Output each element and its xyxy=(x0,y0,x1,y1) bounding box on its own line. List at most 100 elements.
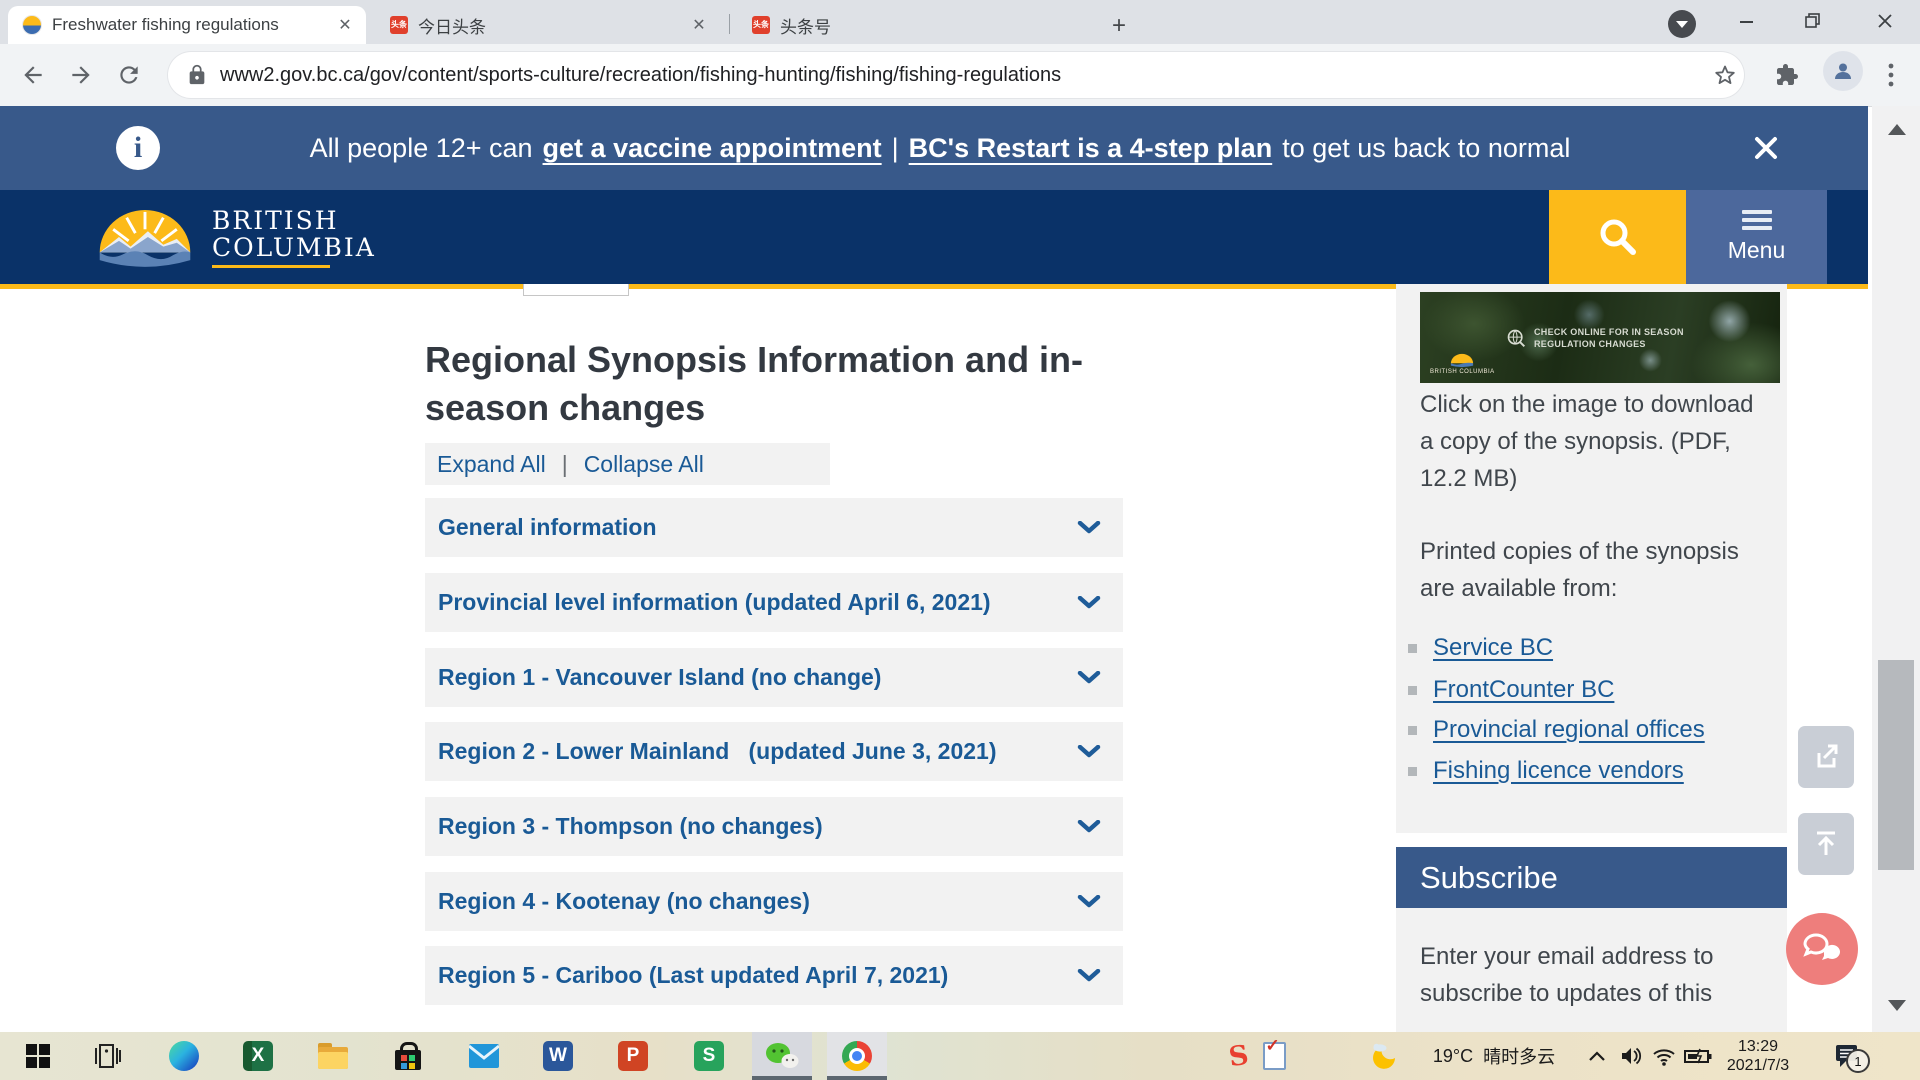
green-s-app-button[interactable]: S xyxy=(679,1032,739,1080)
excel-button[interactable]: X xyxy=(228,1032,288,1080)
share-button[interactable] xyxy=(1798,726,1854,788)
tab-close-icon[interactable]: ✕ xyxy=(688,14,710,36)
address-bar[interactable]: www2.gov.bc.ca/gov/content/sports-cultur… xyxy=(168,52,1744,98)
image-overlay-line2: REGULATION CHANGES xyxy=(1534,338,1684,350)
brand-line1: British xyxy=(212,207,376,234)
accordion-general-information[interactable]: General information xyxy=(425,498,1123,557)
synopsis-cover-image[interactable]: BRITISH COLUMBIA CHECK ONLINE FOR IN SEA… xyxy=(1420,292,1780,383)
powerpoint-button[interactable]: P xyxy=(603,1032,663,1080)
bookmark-star-button[interactable] xyxy=(1706,56,1744,94)
site-search-button[interactable] xyxy=(1549,190,1686,284)
weather-icon-button[interactable] xyxy=(1366,1032,1406,1080)
banner-suffix: to get us back to normal xyxy=(1282,133,1570,164)
scroll-down-arrow-icon[interactable] xyxy=(1888,1000,1906,1011)
clock[interactable]: 13:29 2021/7/3 xyxy=(1706,1032,1810,1080)
weather-description: 晴时多云 xyxy=(1483,1043,1555,1069)
window-restore-button[interactable] xyxy=(1782,0,1844,42)
reload-icon xyxy=(116,62,142,88)
browser-menu-button[interactable] xyxy=(1872,56,1910,94)
mail-button[interactable] xyxy=(454,1032,514,1080)
fishing-licence-vendors-link[interactable]: Fishing licence vendors xyxy=(1433,757,1684,785)
toutiao-favicon-icon: 头条 xyxy=(752,16,770,34)
expand-all-link[interactable]: Expand All xyxy=(437,451,546,478)
frontcounter-bc-link[interactable]: FrontCounter BC xyxy=(1433,676,1614,704)
word-button[interactable]: W xyxy=(528,1032,588,1080)
page-scrollbar[interactable] xyxy=(1872,106,1920,1032)
reload-button[interactable] xyxy=(110,56,148,94)
puzzle-icon xyxy=(1775,63,1799,87)
provincial-regional-offices-link[interactable]: Provincial regional offices xyxy=(1433,716,1705,744)
toutiao-favicon-icon: 头条 xyxy=(390,16,408,34)
tray-date: 2021/7/3 xyxy=(1727,1056,1789,1075)
wifi-button[interactable] xyxy=(1648,1032,1680,1080)
task-view-button[interactable] xyxy=(78,1032,138,1080)
sogou-input-button[interactable]: S xyxy=(1222,1032,1256,1080)
chat-widget-button[interactable] xyxy=(1786,913,1858,985)
service-bc-link[interactable]: Service BC xyxy=(1433,634,1553,662)
accordion-region-3[interactable]: Region 3 - Thompson (no changes) xyxy=(425,797,1123,856)
word-icon: W xyxy=(543,1041,573,1071)
accordion-region-2[interactable]: Region 2 - Lower Mainland (updated June … xyxy=(425,722,1123,781)
menu-label: Menu xyxy=(1728,237,1786,264)
subscribe-text: Enter your email address to subscribe to… xyxy=(1420,938,1772,1012)
accordion-region-4[interactable]: Region 4 - Kootenay (no changes) xyxy=(425,872,1123,931)
vaccine-appointment-link[interactable]: get a vaccine appointment xyxy=(543,133,882,164)
green-s-app-icon: S xyxy=(694,1041,724,1071)
person-icon xyxy=(1831,59,1855,83)
tab-fishing-regulations[interactable]: Freshwater fishing regulations ✕ xyxy=(8,6,366,44)
bc-logo-link[interactable]: British Columbia xyxy=(92,196,376,278)
start-button[interactable] xyxy=(8,1032,68,1080)
banner-separator: | xyxy=(892,133,899,164)
back-to-top-button[interactable] xyxy=(1798,813,1854,875)
bc-favicon-icon xyxy=(22,15,42,35)
bc-emblem-icon xyxy=(92,196,198,278)
tab-search-dropdown-icon[interactable] xyxy=(1668,10,1696,38)
notes-doc-button[interactable]: ✓ xyxy=(1258,1032,1290,1080)
weather-tray-text[interactable]: 19°C 晴时多云 xyxy=(1414,1032,1574,1080)
restart-plan-link[interactable]: BC's Restart is a 4-step plan xyxy=(909,133,1273,164)
accordion-provincial-level[interactable]: Provincial level information (updated Ap… xyxy=(425,573,1123,632)
accordion-region-5[interactable]: Region 5 - Cariboo (Last updated April 7… xyxy=(425,946,1123,1005)
chrome-logo-icon xyxy=(842,1041,872,1071)
square-bullet-icon xyxy=(1408,767,1417,776)
tab-toutiao[interactable]: 头条 今日头条 ✕ xyxy=(376,6,720,44)
chevron-down-icon xyxy=(1077,596,1101,609)
file-explorer-button[interactable] xyxy=(303,1032,363,1080)
volume-button[interactable] xyxy=(1616,1032,1648,1080)
new-tab-button[interactable]: + xyxy=(1102,12,1136,40)
tab-close-icon[interactable]: ✕ xyxy=(334,14,356,36)
back-button[interactable] xyxy=(14,56,52,94)
edge-browser-button[interactable] xyxy=(154,1032,214,1080)
tab-toutiaohao[interactable]: 头条 头条号 xyxy=(738,6,1082,44)
banner-prefix: All people 12+ can xyxy=(310,133,533,164)
accordion-region-1[interactable]: Region 1 - Vancouver Island (no change) xyxy=(425,648,1123,707)
extensions-button[interactable] xyxy=(1768,56,1806,94)
collapse-all-link[interactable]: Collapse All xyxy=(584,451,704,478)
chevron-down-icon xyxy=(1077,671,1101,684)
image-overlay-line1: CHECK ONLINE FOR IN SEASON xyxy=(1534,326,1684,338)
scroll-up-arrow-icon[interactable] xyxy=(1888,124,1906,135)
tab-title: Freshwater fishing regulations xyxy=(52,15,324,35)
chrome-button[interactable] xyxy=(827,1032,887,1080)
site-menu-button[interactable]: Menu xyxy=(1686,190,1827,284)
sogou-s-icon: S xyxy=(1227,1039,1251,1072)
tray-expand-button[interactable] xyxy=(1582,1032,1612,1080)
banner-close-button[interactable] xyxy=(1748,130,1784,166)
action-center-button[interactable]: 1 xyxy=(1822,1032,1872,1080)
chevron-down-icon xyxy=(1077,969,1101,982)
expand-collapse-bar: Expand All | Collapse All xyxy=(425,443,830,485)
scrollbar-thumb[interactable] xyxy=(1878,660,1914,870)
window-minimize-button[interactable] xyxy=(1716,0,1778,42)
back-arrow-icon xyxy=(20,62,46,88)
profile-avatar[interactable] xyxy=(1823,51,1863,91)
tab-divider xyxy=(729,14,730,34)
window-close-button[interactable] xyxy=(1854,0,1916,42)
links-divider: | xyxy=(562,451,568,478)
wechat-button[interactable] xyxy=(752,1032,812,1080)
square-bullet-icon xyxy=(1408,686,1417,695)
close-icon xyxy=(1877,13,1893,29)
forward-button[interactable] xyxy=(62,56,100,94)
microsoft-store-button[interactable] xyxy=(378,1032,438,1080)
windows-logo-icon xyxy=(25,1043,51,1069)
subscribe-title: Subscribe xyxy=(1420,860,1558,896)
